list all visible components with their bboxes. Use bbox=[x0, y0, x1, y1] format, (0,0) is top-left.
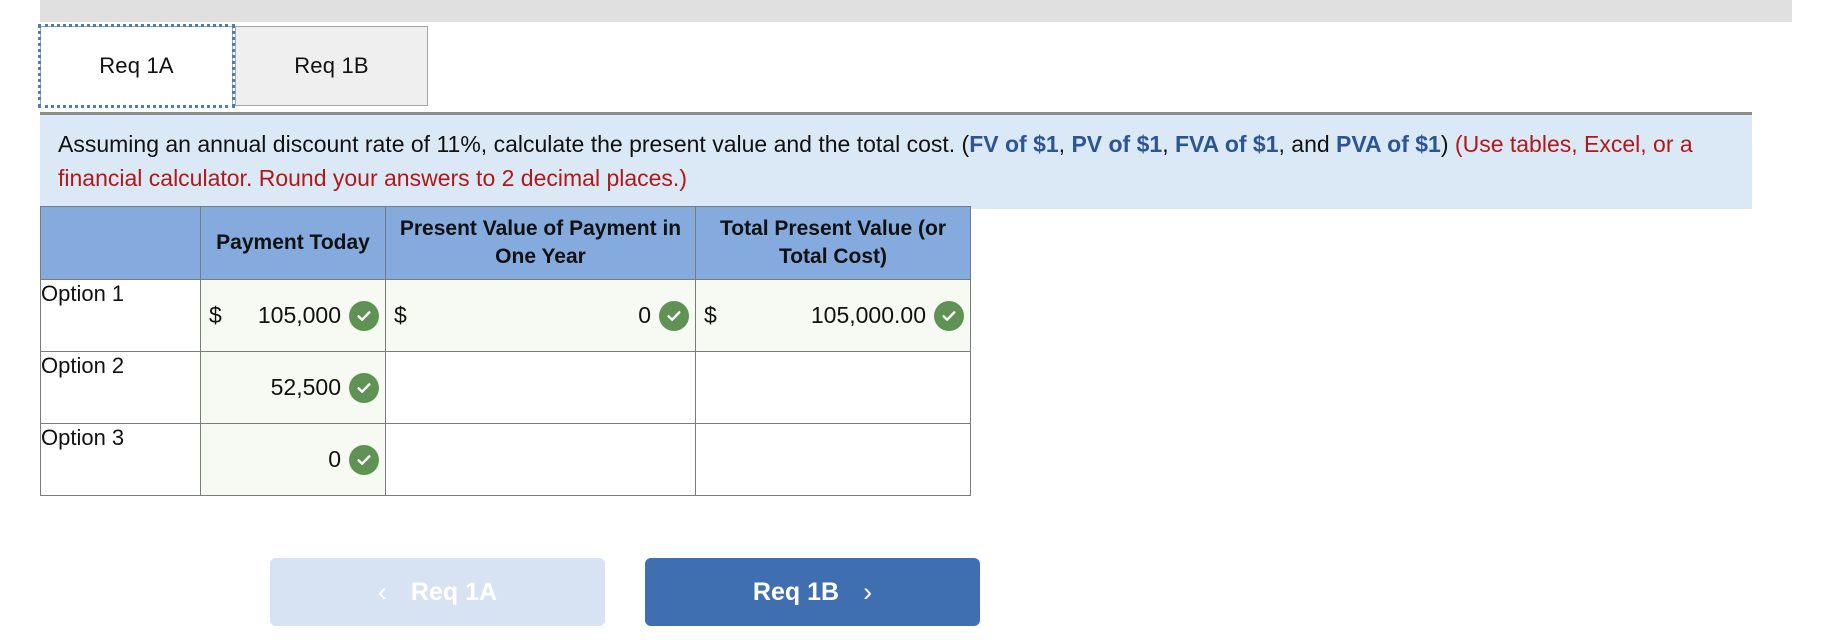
cell-option1-payment-today[interactable]: $ 105,000 bbox=[200, 279, 386, 352]
value-option3-payment-today: 0 bbox=[328, 446, 341, 472]
value-option1-payment-today: 105,000 bbox=[257, 302, 341, 328]
instruction-banner: Assuming an annual discount rate of 11%,… bbox=[40, 112, 1752, 209]
cell-option3-pv-one-year[interactable] bbox=[385, 423, 696, 496]
next-requirement-button[interactable]: Req 1B › bbox=[645, 558, 980, 626]
top-toolbar-strip bbox=[40, 0, 1792, 22]
cell-option3-total-pv[interactable] bbox=[695, 423, 971, 496]
row-label-option-3: Option 3 bbox=[40, 423, 201, 496]
cell-option1-pv-one-year[interactable]: $ 0 bbox=[385, 279, 696, 352]
tab-req-1a-label: Req 1A bbox=[99, 53, 174, 78]
instruction-sep-1: , bbox=[1058, 131, 1072, 157]
table-row: Option 1 $ 105,000 $ 0 $ 105,000.00 bbox=[40, 279, 971, 352]
check-circle-icon bbox=[349, 300, 379, 331]
link-pv-of-1[interactable]: PV of $1 bbox=[1071, 131, 1162, 157]
table-row: Option 2 52,500 bbox=[40, 351, 971, 424]
chevron-left-icon: ‹ bbox=[377, 576, 387, 607]
check-circle-icon bbox=[349, 372, 379, 403]
check-circle-icon bbox=[349, 444, 379, 475]
tab-req-1b-label: Req 1B bbox=[294, 53, 369, 78]
link-fva-of-1[interactable]: FVA of $1 bbox=[1175, 131, 1279, 157]
requirement-tabs: Req 1A Req 1B bbox=[38, 24, 428, 108]
requirement-navigation: ‹ Req 1A Req 1B › bbox=[0, 558, 1250, 626]
cell-option2-payment-today[interactable]: 52,500 bbox=[200, 351, 386, 424]
value-option1-total-pv: 105,000.00 bbox=[810, 302, 926, 328]
currency-symbol: $ bbox=[704, 302, 717, 328]
check-circle-icon bbox=[934, 300, 964, 331]
cell-option2-pv-one-year[interactable] bbox=[385, 351, 696, 424]
currency-symbol: $ bbox=[209, 302, 222, 328]
prev-requirement-button[interactable]: ‹ Req 1A bbox=[270, 558, 605, 626]
page-root: Req 1A Req 1B Assuming an annual discoun… bbox=[0, 0, 1844, 640]
instruction-text-part1: Assuming an annual discount rate of 11%,… bbox=[58, 131, 970, 157]
cell-option1-total-pv[interactable]: $ 105,000.00 bbox=[695, 279, 971, 352]
cell-option3-payment-today[interactable]: 0 bbox=[200, 423, 386, 496]
value-option2-payment-today: 52,500 bbox=[270, 374, 341, 400]
header-row-label bbox=[40, 206, 201, 280]
next-requirement-label: Req 1B bbox=[752, 577, 840, 606]
instruction-close-paren: ) bbox=[1440, 131, 1455, 157]
answer-table: Payment Today Present Value of Payment i… bbox=[40, 206, 971, 496]
cell-option2-total-pv[interactable] bbox=[695, 351, 971, 424]
prev-requirement-label: Req 1A bbox=[410, 577, 498, 606]
row-label-option-2: Option 2 bbox=[40, 351, 201, 424]
header-present-value-one-year: Present Value of Payment in One Year bbox=[385, 206, 696, 280]
chevron-right-icon: › bbox=[863, 576, 873, 607]
currency-symbol: $ bbox=[394, 302, 407, 328]
link-pva-of-1[interactable]: PVA of $1 bbox=[1336, 131, 1441, 157]
link-fv-of-1[interactable]: FV of $1 bbox=[969, 131, 1058, 157]
header-payment-today: Payment Today bbox=[200, 206, 386, 280]
tab-req-1a[interactable]: Req 1A bbox=[38, 24, 235, 108]
tab-req-1b[interactable]: Req 1B bbox=[235, 26, 428, 106]
value-option1-pv-one-year: 0 bbox=[638, 302, 651, 328]
check-circle-icon bbox=[659, 300, 689, 331]
instruction-sep-2: , bbox=[1162, 131, 1175, 157]
header-total-present-value: Total Present Value (or Total Cost) bbox=[695, 206, 971, 280]
instruction-sep-3: , and bbox=[1278, 131, 1337, 157]
table-row: Option 3 0 bbox=[40, 423, 971, 496]
row-label-option-1: Option 1 bbox=[40, 279, 201, 352]
table-header-row: Payment Today Present Value of Payment i… bbox=[40, 206, 971, 280]
